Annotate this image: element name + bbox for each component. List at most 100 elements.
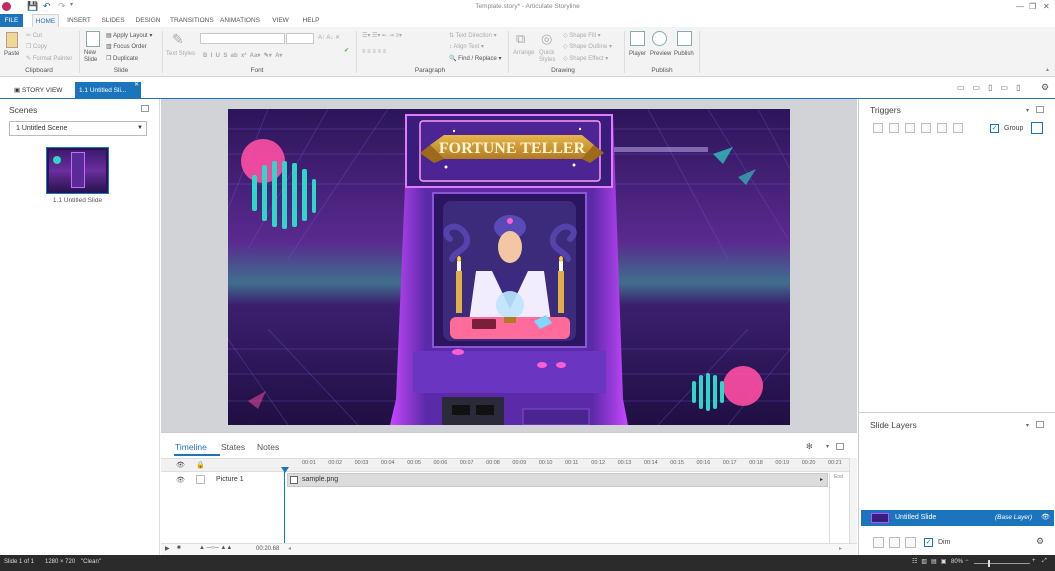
panel-dock-icon[interactable] [141, 105, 149, 112]
tab-notes[interactable]: Notes [257, 442, 279, 452]
close-icon[interactable]: ✕ [1043, 2, 1050, 11]
alignment-buttons[interactable]: ≡ ≡ ≡ ≡ ≡ [362, 49, 386, 55]
apply-layout-button[interactable]: ▤ Apply Layout ▾ [106, 32, 152, 39]
align-text-button[interactable]: ↕ Align Text ▾ [449, 43, 484, 50]
zoom-out-icon[interactable]: − [965, 558, 969, 564]
paste-icon[interactable] [6, 32, 18, 48]
scene-select[interactable]: 1 Untitled Scene ▼ [9, 121, 147, 136]
scroll-right-icon[interactable]: ▸ [839, 545, 842, 552]
copy-trigger-icon[interactable] [905, 123, 915, 133]
shape-fill-button[interactable]: ◇ Shape Fill ▾ [563, 32, 601, 39]
audio-icon[interactable]: ❇ [806, 442, 813, 451]
text-styles-button[interactable]: Text Styles [166, 51, 195, 57]
tab-design[interactable]: DESIGN [134, 14, 162, 27]
tab-help[interactable]: HELP [300, 14, 322, 27]
fit-to-window-icon[interactable]: ⤢ [1042, 558, 1047, 565]
row-lock-toggle[interactable] [196, 475, 205, 484]
group-checkbox[interactable]: ✓ [990, 124, 999, 133]
tab-insert[interactable]: INSERT [66, 14, 92, 27]
format-painter-button[interactable]: ✎ Format Painter [26, 55, 72, 62]
font-size-buttons[interactable]: A↑ A↓ ✕ [318, 34, 340, 41]
player-button[interactable]: Player [629, 51, 646, 57]
font-family-select[interactable] [200, 33, 285, 44]
delete-layer-icon[interactable] [905, 537, 916, 548]
preview-button[interactable]: Preview [650, 51, 671, 57]
close-tab-icon[interactable]: ✕ [134, 77, 139, 94]
publish-icon[interactable] [677, 31, 692, 46]
tab-timeline[interactable]: Timeline [175, 442, 207, 452]
list-buttons[interactable]: ☰▾ ☰▾ ⇤ ⇥ ≡▾ [362, 32, 402, 39]
tab-view[interactable]: VIEW [270, 14, 291, 27]
tab-transitions[interactable]: TRANSITIONS [170, 14, 214, 27]
gear-icon[interactable]: ⚙ [1041, 82, 1049, 93]
slide-thumbnail[interactable] [46, 147, 109, 194]
tab-slides[interactable]: SLIDES [101, 14, 125, 27]
play-icon[interactable]: ▶ [165, 545, 170, 552]
font-format-buttons[interactable]: B I U S ab x² Aa▾ ✎▾ A▾ [203, 52, 282, 59]
tab-animations[interactable]: ANIMATIONS [220, 14, 260, 27]
panel-dock-icon[interactable] [1036, 106, 1044, 113]
panel-dock-icon[interactable] [836, 443, 844, 450]
arrange-button[interactable]: Arrange [513, 50, 534, 56]
panel-menu-icon[interactable]: ▾ [826, 443, 829, 450]
arrange-icon[interactable]: ⧉ [516, 31, 525, 47]
shape-outline-button[interactable]: ◇ Shape Outline ▾ [563, 43, 612, 50]
duplicate-layer-icon[interactable] [889, 537, 900, 548]
scroll-left-icon[interactable]: ◂ [288, 545, 291, 552]
player-icon[interactable] [630, 31, 645, 46]
zoom-controls-icon[interactable]: ▲ ─○─ ▲▲ [199, 545, 232, 551]
copy-button[interactable]: ❐ Copy [26, 43, 47, 50]
zoom-slider[interactable] [974, 563, 1030, 564]
layer-eye-icon[interactable]: 👁 [1041, 513, 1050, 521]
quick-styles-button[interactable]: Quick Styles [539, 50, 559, 64]
focus-order-button[interactable]: ▥ Focus Order [106, 43, 147, 50]
slide-canvas[interactable]: FORTUNE TELLER [228, 109, 790, 425]
paste-button[interactable]: Paste [4, 51, 19, 57]
vertical-scrollbar[interactable] [849, 458, 857, 556]
paste-trigger-icon[interactable] [921, 123, 931, 133]
panel-dock-icon[interactable] [1036, 421, 1044, 428]
trigger-view-icon[interactable] [1031, 122, 1043, 134]
preview-icon[interactable] [652, 31, 667, 46]
eye-icon[interactable]: 👁 [176, 461, 185, 469]
minimize-icon[interactable]: — [1016, 2, 1024, 11]
shape-effect-button[interactable]: ◇ Shape Effect ▾ [563, 55, 608, 62]
end-marker[interactable]: End [829, 473, 849, 543]
tab-states[interactable]: States [221, 442, 245, 452]
device-preview-icons[interactable]: ▭▭▯▭▯ [957, 83, 1028, 92]
new-slide-icon[interactable] [86, 31, 100, 47]
tab-home[interactable]: HOME [32, 14, 59, 27]
layer-settings-gear-icon[interactable]: ⚙ [1036, 536, 1044, 547]
collapse-ribbon-icon[interactable]: ▴ [1046, 66, 1049, 73]
new-layer-icon[interactable] [873, 537, 884, 548]
view-mode-icons[interactable]: ☷▥▤▣ [912, 558, 950, 565]
cut-button[interactable]: ✂ Cut [26, 32, 42, 39]
timeline-row-name[interactable]: Picture 1 [216, 476, 244, 483]
panel-menu-icon[interactable]: ▾ [1026, 422, 1029, 429]
publish-button[interactable]: Publish [674, 51, 694, 57]
new-trigger-icon[interactable] [873, 123, 883, 133]
tab-story-view[interactable]: ▣ STORY VIEW [10, 82, 70, 99]
delete-trigger-icon[interactable] [937, 123, 947, 133]
timeline-object-bar[interactable]: sample.png ▸ [287, 473, 828, 487]
maximize-icon[interactable]: ❐ [1029, 2, 1036, 11]
spell-check-icon[interactable]: ✔ [344, 47, 349, 54]
stop-icon[interactable]: ■ [177, 545, 181, 551]
move-trigger-icon[interactable] [953, 123, 963, 133]
new-slide-button[interactable]: New Slide [84, 50, 104, 64]
duplicate-button[interactable]: ❐ Duplicate [106, 55, 138, 62]
zoom-slider-handle[interactable] [988, 560, 990, 567]
text-styles-icon[interactable]: ✎ [172, 31, 184, 48]
quick-styles-icon[interactable]: ◎ [541, 31, 552, 47]
lock-icon[interactable]: 🔒 [196, 461, 205, 469]
find-replace-button[interactable]: 🔍 Find / Replace ▾ [449, 55, 502, 62]
font-size-select[interactable] [286, 33, 314, 44]
tab-file[interactable]: FILE [0, 14, 23, 27]
dim-checkbox[interactable]: ✓ [924, 538, 933, 547]
row-eye-icon[interactable]: 👁 [176, 476, 185, 484]
edit-trigger-icon[interactable] [889, 123, 899, 133]
base-layer-row[interactable]: Untitled Slide (Base Layer) 👁 [861, 510, 1054, 526]
zoom-in-icon[interactable]: + [1032, 558, 1036, 564]
tab-slide[interactable]: 1.1 Untitled Sli... ✕ [75, 82, 141, 99]
text-direction-button[interactable]: ⇅ Text Direction ▾ [449, 32, 497, 39]
